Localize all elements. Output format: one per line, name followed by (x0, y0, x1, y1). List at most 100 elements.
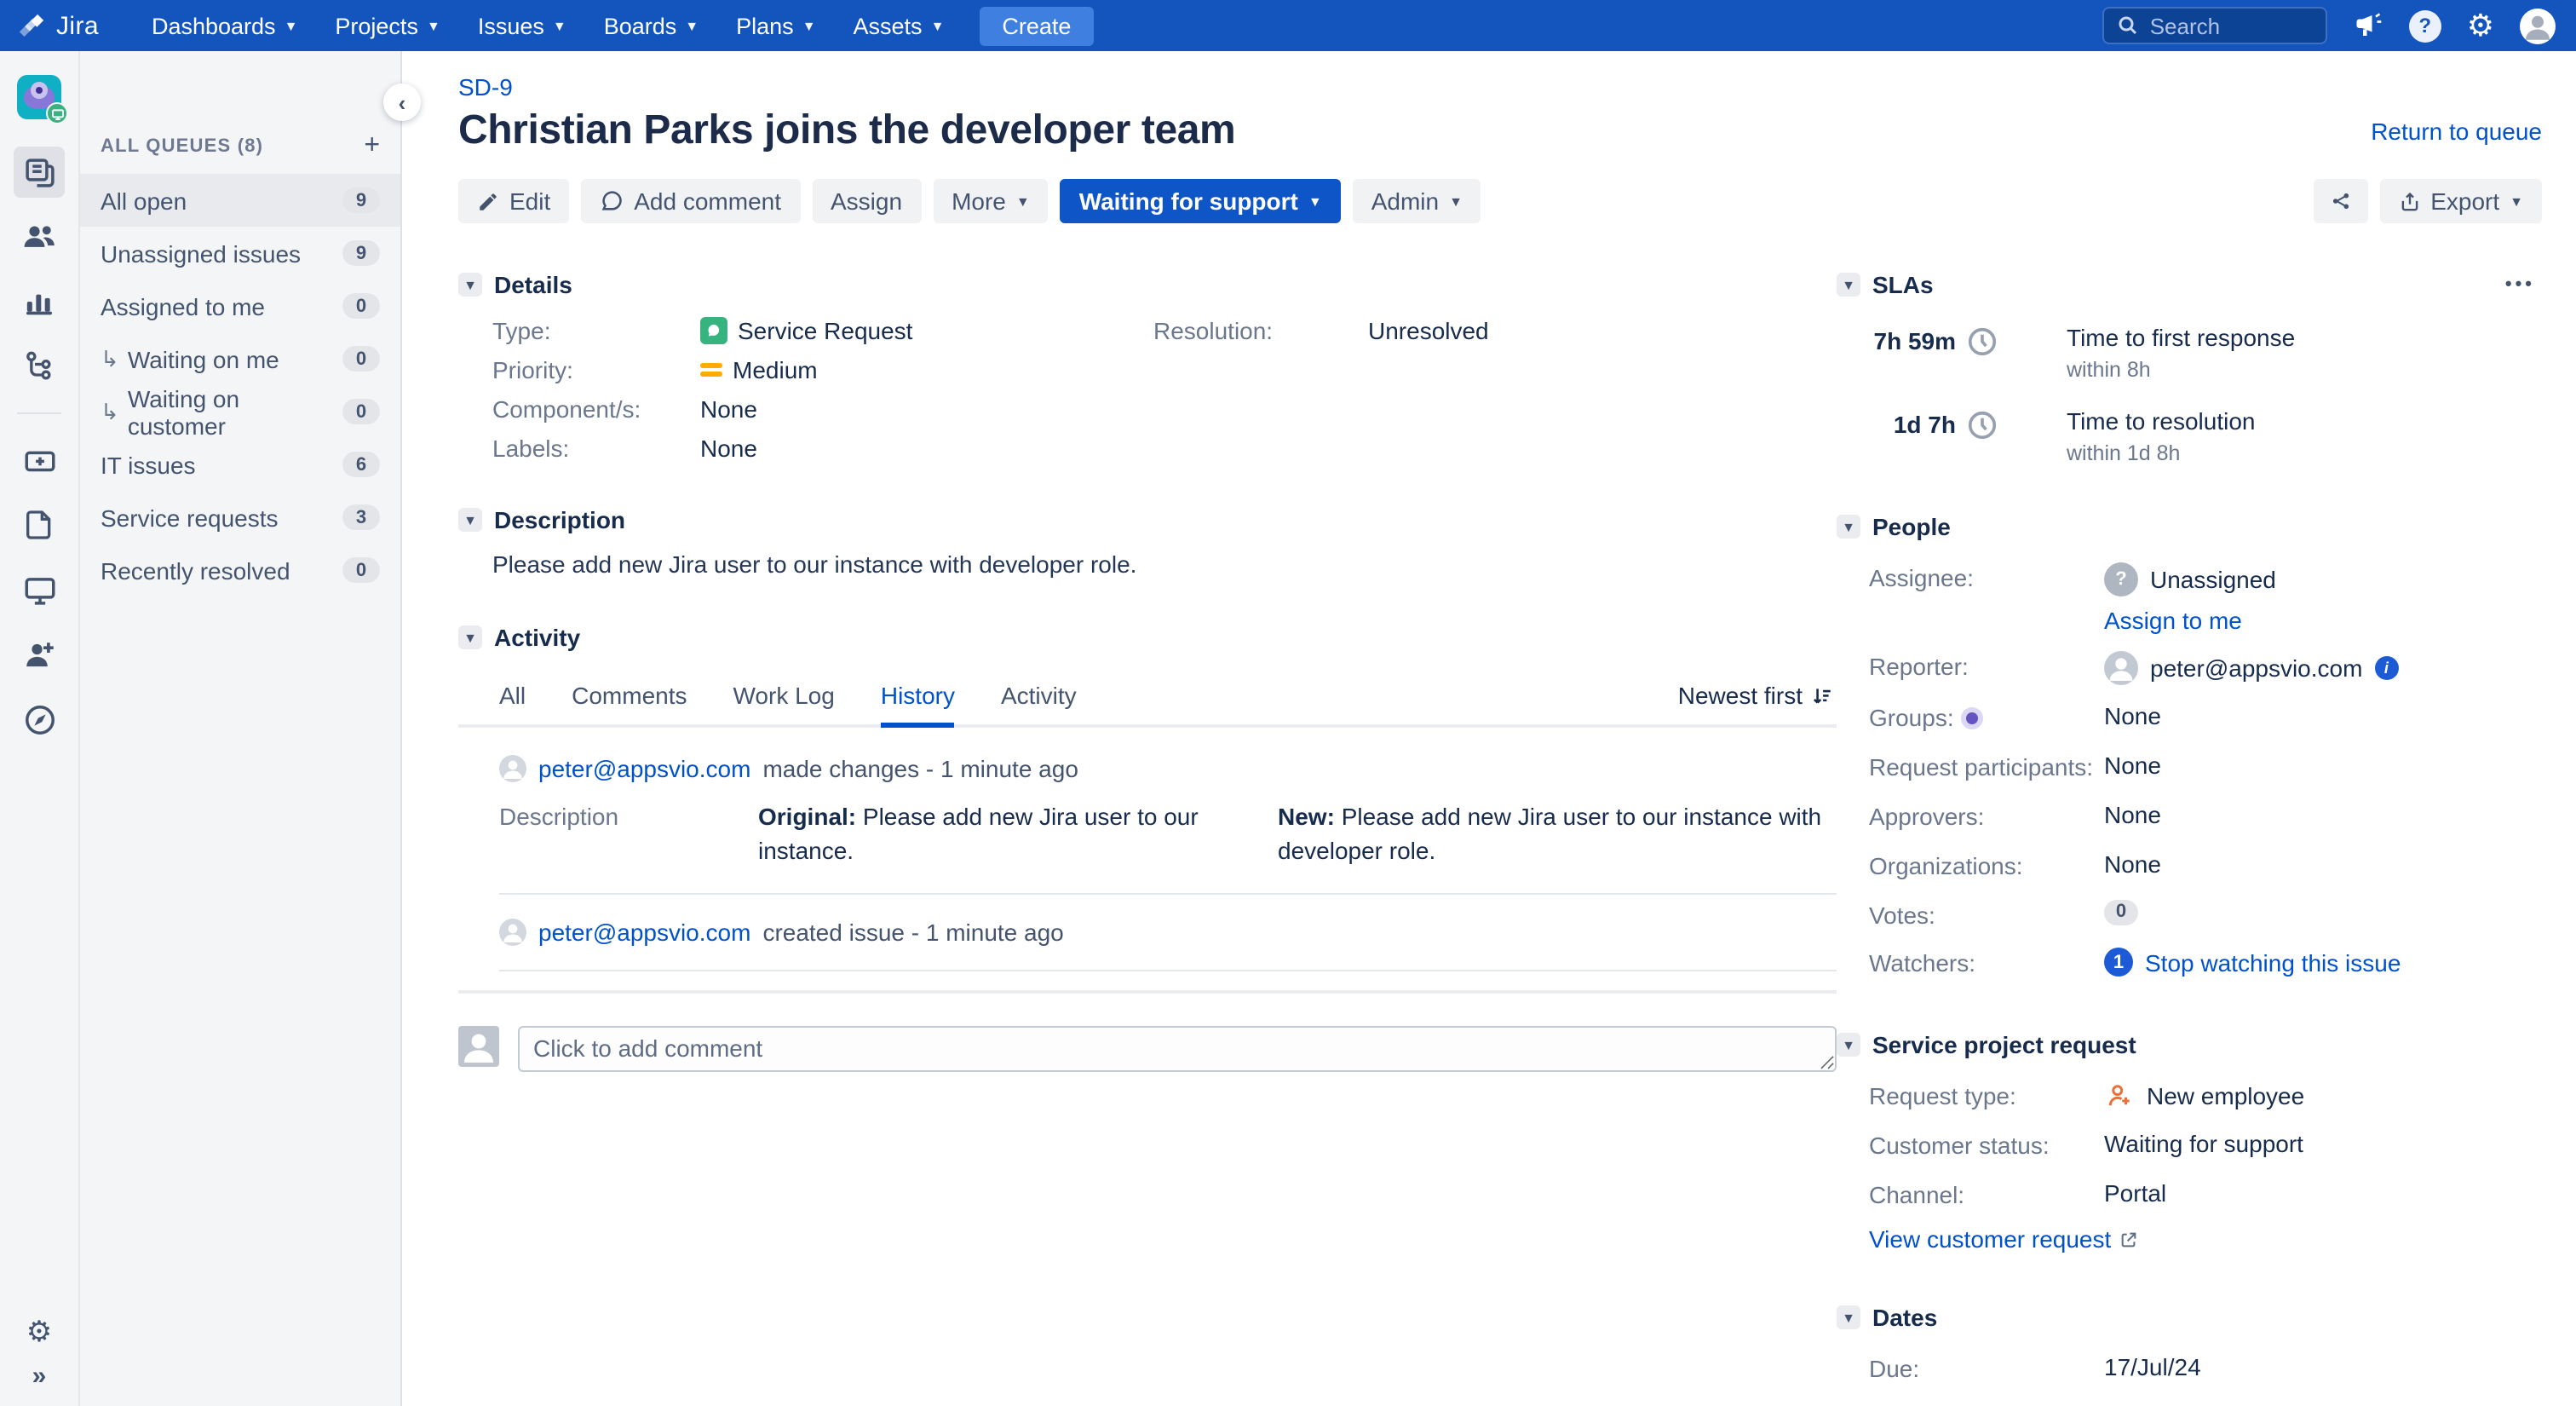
jira-app: Jira Dashboards ▼ Projects ▼ Issues ▼ Board… (0, 0, 2576, 1406)
nav-dashboards[interactable]: Dashboards ▼ (133, 0, 316, 51)
unassigned-avatar: ? (2104, 562, 2138, 596)
sla-goal: within 1d 8h (2067, 441, 2181, 465)
sidebar-customers-icon[interactable] (14, 211, 65, 262)
navbar-right: ? ⚙ (2102, 7, 2556, 44)
assign-to-me-link[interactable]: Assign to me (2104, 607, 2542, 634)
tab-history[interactable]: History (880, 682, 955, 728)
due-date-row: Due: 17/Jul/24 (1837, 1353, 2542, 1386)
new-employee-request-icon (2104, 1081, 2135, 1112)
project-avatar[interactable] (17, 75, 68, 124)
approvers-value: None (2104, 800, 2161, 828)
admin-button[interactable]: Admin ▼ (1352, 179, 1481, 223)
create-button[interactable]: Create (980, 6, 1094, 45)
nav-boards[interactable]: Boards ▼ (585, 0, 717, 51)
nav-assets[interactable]: Assets ▼ (835, 0, 963, 51)
chevron-down-icon: ▼ (802, 19, 816, 34)
collapse-section-icon[interactable]: ▼ (458, 273, 482, 297)
collapse-sidebar-button[interactable]: ‹ (383, 84, 421, 121)
queues-header-label: ALL QUEUES (8) (101, 136, 264, 157)
sort-order-control[interactable]: Newest first (1678, 682, 1837, 709)
issue-main-column: ▼ Details Type: Service Request Resoluti… (458, 233, 1837, 1406)
collapse-section-icon[interactable]: ▼ (1837, 515, 1860, 539)
search-box[interactable] (2102, 7, 2327, 44)
help-icon[interactable]: ? (2408, 9, 2441, 42)
more-button[interactable]: More ▼ (933, 179, 1049, 223)
add-queue-button[interactable]: + (364, 132, 380, 160)
nav-plans[interactable]: Plans ▼ (717, 0, 834, 51)
jira-logo[interactable]: Jira (17, 11, 99, 40)
edit-button[interactable]: Edit (458, 179, 570, 223)
sidebar-card-add-icon[interactable] (14, 435, 65, 486)
sidebar-structure-icon[interactable] (14, 341, 65, 392)
issue-side-panel: ▼ SLAs ••• 7h 59m Time to first response… (1837, 233, 2542, 1406)
user-avatar (499, 918, 526, 946)
history-user-link[interactable]: peter@appsvio.com (538, 755, 750, 782)
tab-comments[interactable]: Comments (572, 682, 687, 709)
collapse-section-icon[interactable]: ▼ (1837, 1305, 1860, 1330)
issue-title: Christian Parks joins the developer team (458, 107, 1236, 153)
info-icon[interactable]: i (2374, 656, 2399, 680)
nav-issues[interactable]: Issues ▼ (459, 0, 585, 51)
collapse-section-icon[interactable]: ▼ (1837, 273, 1860, 297)
sla-row: 7h 59m Time to first response within 8h (1873, 324, 2296, 382)
project-settings-icon[interactable]: ⚙ (26, 1317, 53, 1346)
collapse-section-icon[interactable]: ▼ (1837, 1033, 1860, 1057)
issue-type-value: Service Request (700, 317, 1153, 344)
queue-item-it-issues[interactable]: IT issues 6 (80, 438, 400, 491)
project-badge-icon (46, 102, 68, 124)
sidebar-display-icon[interactable] (14, 564, 65, 615)
activity-tabbar: All Comments Work Log History Activity N… (458, 651, 1837, 728)
project-icon-rail: ⚙ » (0, 51, 80, 1406)
sidebar-queues-icon[interactable] (14, 147, 65, 198)
history-user-link[interactable]: peter@appsvio.com (538, 918, 750, 945)
history-entry: peter@appsvio.com created issue - 1 minu… (458, 918, 1837, 971)
issue-columns: ▼ Details Type: Service Request Resoluti… (458, 233, 2542, 1406)
queue-item-recently-resolved[interactable]: Recently resolved 0 (80, 544, 400, 596)
queue-item-assigned-to-me[interactable]: Assigned to me 0 (80, 279, 400, 332)
queue-item-waiting-on-customer[interactable]: ↳ Waiting on customer 0 (80, 384, 400, 439)
status-button[interactable]: Waiting for support ▼ (1060, 179, 1341, 223)
settings-icon[interactable]: ⚙ (2467, 10, 2494, 41)
groups-row: Groups: None (1837, 702, 2542, 735)
queue-item-waiting-on-me[interactable]: ↳ Waiting on me 0 (80, 332, 400, 385)
jira-logo-text: Jira (56, 11, 99, 40)
groups-value: None (2104, 702, 2161, 729)
queue-item-all-open[interactable]: All open 9 (80, 174, 400, 227)
tab-work-log[interactable]: Work Log (733, 682, 835, 709)
queue-item-unassigned-issues[interactable]: Unassigned issues 9 (80, 227, 400, 279)
search-input[interactable] (2149, 13, 2303, 38)
export-button[interactable]: Export ▼ (2379, 179, 2542, 223)
share-button[interactable] (2313, 179, 2368, 223)
sidebar-document-icon[interactable] (14, 499, 65, 550)
slas-section-header: ▼ SLAs ••• (1837, 271, 2542, 298)
announcements-icon[interactable] (2353, 10, 2383, 41)
slas-more-actions-icon[interactable]: ••• (2505, 274, 2542, 295)
sidebar-discover-icon[interactable] (14, 694, 65, 745)
return-to-queue-link[interactable]: Return to queue (2371, 118, 2542, 145)
groups-app-icon[interactable] (1960, 706, 1983, 729)
sidebar-reports-icon[interactable] (14, 276, 65, 327)
approvers-row: Approvers: None (1837, 801, 2542, 833)
user-avatar[interactable] (2520, 8, 2556, 43)
issue-view: SD-9 Return to queue Christian Parks joi… (402, 51, 2576, 1406)
tab-all[interactable]: All (499, 682, 526, 709)
stop-watching-link[interactable]: Stop watching this issue (2145, 949, 2401, 977)
reporter-value: peter@appsvio.com (2150, 654, 2363, 682)
issue-key-link[interactable]: SD-9 (458, 73, 513, 101)
nav-projects[interactable]: Projects ▼ (316, 0, 458, 51)
chevron-down-icon: ▼ (426, 19, 440, 34)
user-avatar (499, 755, 526, 782)
tab-activity[interactable]: Activity (1001, 682, 1077, 709)
comment-input[interactable] (518, 1025, 1837, 1072)
request-type-value: New employee (2147, 1082, 2305, 1110)
view-customer-request-link[interactable]: View customer request (1869, 1225, 2542, 1253)
add-comment-button[interactable]: Add comment (581, 179, 800, 223)
assign-button[interactable]: Assign (812, 179, 922, 223)
branch-arrow-icon: ↳ (101, 345, 119, 371)
sidebar-invite-people-icon[interactable] (14, 629, 65, 680)
queue-item-service-requests[interactable]: Service requests 3 (80, 491, 400, 544)
expand-sidebar-icon[interactable]: » (32, 1363, 47, 1389)
collapse-section-icon[interactable]: ▼ (458, 625, 482, 649)
external-link-icon (2119, 1230, 2138, 1248)
collapse-section-icon[interactable]: ▼ (458, 508, 482, 532)
